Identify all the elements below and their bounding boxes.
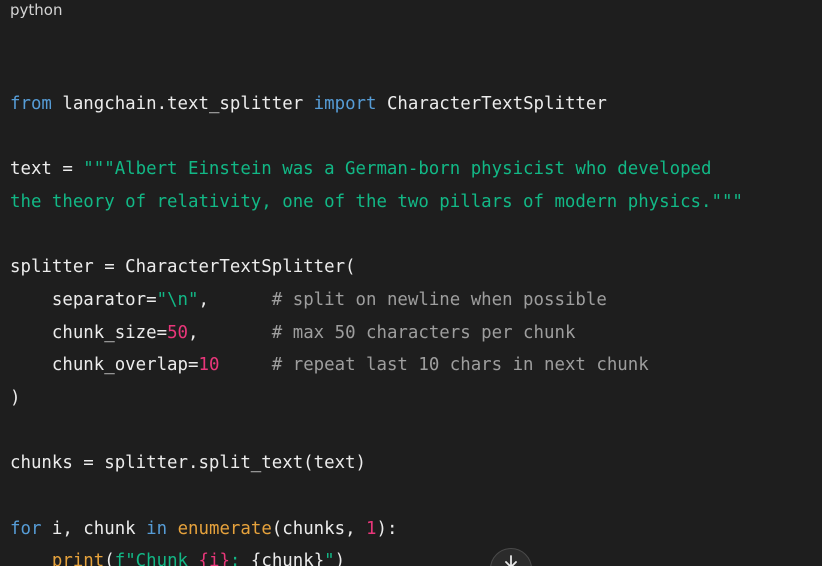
code-token: text = — [10, 159, 84, 180]
code-line: text = """Albert Einstein was a German-b… — [10, 153, 743, 186]
code-token: splitter = CharacterTextSplitter( — [10, 257, 356, 278]
code-line: from langchain.text_splitter import Char… — [10, 88, 743, 121]
code-token: i, chunk — [41, 518, 147, 539]
code-line: chunk_overlap=10 # repeat last 10 chars … — [10, 349, 743, 382]
code-token: import — [313, 93, 377, 114]
code-token: ) — [334, 551, 346, 566]
code-line: chunk_size=50, # max 50 characters per c… — [10, 317, 743, 350]
code-token: : — [229, 551, 251, 566]
code-token: CharacterTextSplitter — [376, 93, 607, 114]
code-token: chunk_overlap= — [10, 355, 199, 376]
code-token: " — [324, 551, 335, 566]
code-token: print — [51, 551, 105, 566]
code-block: from langchain.text_splitter import Char… — [10, 55, 743, 566]
code-token: # repeat last 10 chars in next chunk — [271, 355, 649, 376]
code-token: {chunk} — [250, 551, 325, 566]
code-token: the theory of relativity, one of the two… — [10, 191, 743, 212]
code-token: "\n" — [156, 289, 199, 310]
code-token: for — [10, 518, 42, 539]
code-line: ) — [10, 382, 743, 415]
code-line: splitter = CharacterTextSplitter( — [10, 251, 743, 284]
code-token: ): — [376, 518, 398, 539]
code-line: separator="\n", # split on newline when … — [10, 284, 743, 317]
code-token: ) — [10, 387, 21, 408]
code-line: chunks = splitter.split_text(text) — [10, 447, 743, 480]
code-token: , — [198, 289, 272, 310]
code-token: 50 — [167, 322, 189, 343]
code-token: 1 — [366, 518, 377, 539]
code-token: ( — [104, 551, 115, 566]
code-token: # split on newline when possible — [271, 289, 607, 310]
code-token: # max 50 characters per chunk — [271, 322, 576, 343]
arrow-down-icon — [505, 555, 517, 566]
code-line: for i, chunk in enumerate(chunks, 1): — [10, 513, 743, 546]
code-token: 10 — [198, 355, 220, 376]
code-language-label: python — [10, 1, 63, 19]
code-token: """Albert Einstein was a German-born phy… — [83, 159, 712, 180]
code-token: separator= — [10, 289, 157, 310]
code-token: (chunks, — [271, 518, 367, 539]
code-token: in — [146, 518, 168, 539]
code-token: {i} — [198, 551, 230, 566]
code-token: enumerate — [177, 518, 272, 539]
code-token: chunk_size= — [10, 322, 168, 343]
code-token: , — [188, 322, 272, 343]
code-token: from — [10, 93, 52, 114]
code-token: langchain.text_splitter — [51, 93, 314, 114]
code-token: chunks = splitter.split_text(text) — [10, 453, 366, 474]
code-line: the theory of relativity, one of the two… — [10, 186, 743, 219]
code-token: f"Chunk — [114, 551, 199, 566]
code-line: print(f"Chunk {i}: {chunk}") — [10, 545, 743, 566]
